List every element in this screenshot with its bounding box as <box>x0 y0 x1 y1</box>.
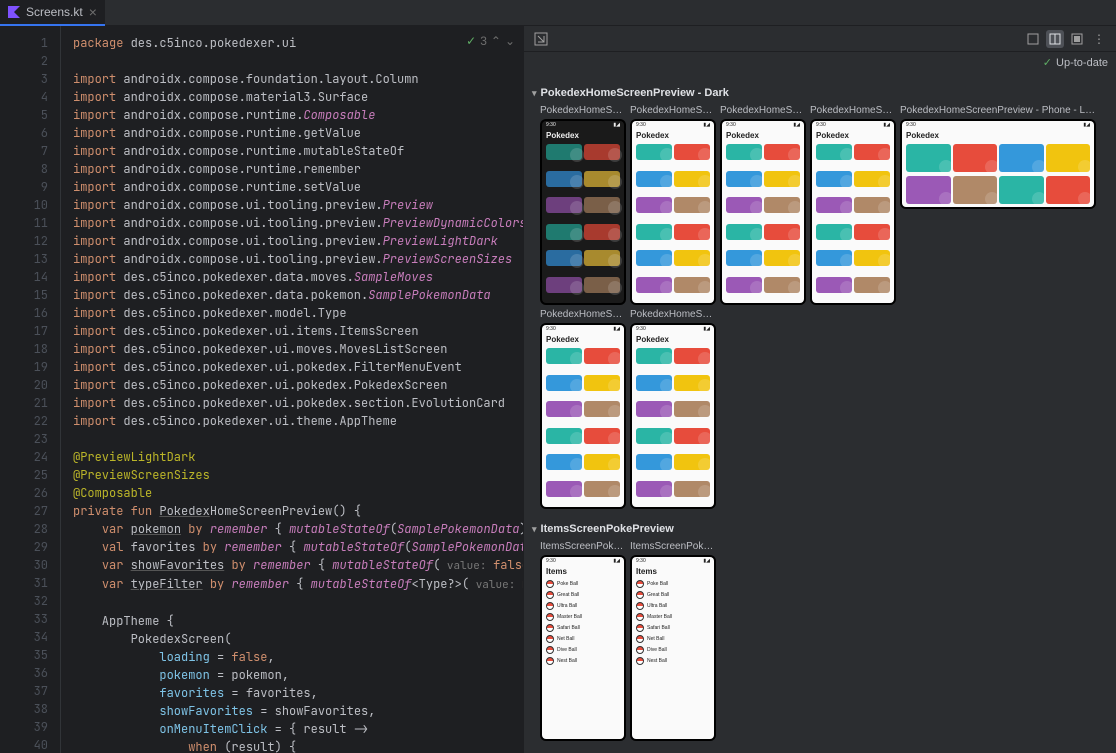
status-text: Up-to-date <box>1056 57 1108 69</box>
preview-group-header[interactable]: ▾ ItemsScreenPokePreview <box>528 517 1108 541</box>
tab-bar: Screens.kt × <box>0 0 1116 26</box>
group-title: PokedexHomeScreenPreview - Dark <box>541 87 729 99</box>
view-mode-design-icon[interactable] <box>1068 30 1086 48</box>
view-mode-code-icon[interactable] <box>1024 30 1042 48</box>
status-check-icon: ✓ <box>1043 56 1052 69</box>
preview-item[interactable]: PokedexHomeScreenP...9:30▮◢Pokedex <box>720 105 806 305</box>
expand-icon[interactable] <box>532 30 550 48</box>
preview-item-label: PokedexHomeScreenP... <box>630 105 716 116</box>
view-mode-split-icon[interactable] <box>1046 30 1064 48</box>
preview-item[interactable]: PokedexHomeScreenP...9:30▮◢Pokedex <box>810 105 896 305</box>
gutter: 1234567891011121314151617181920212223242… <box>0 26 60 753</box>
chevron-down-icon: ▾ <box>532 524 537 535</box>
preview-item[interactable]: PokedexHomeScreenP...9:30▮◢Pokedex <box>540 105 626 305</box>
preview-item-label: PokedexHomeScreenP... <box>540 309 626 320</box>
tab-filename: Screens.kt <box>26 5 83 19</box>
preview-item-label: PokedexHomeScreenP... <box>630 309 716 320</box>
preview-item[interactable]: ItemsScreenPokePrevi...9:30▮◢ItemsPoke B… <box>540 541 626 741</box>
preview-item-label: PokedexHomeScreenP... <box>540 105 626 116</box>
preview-group-header[interactable]: ▾MovesListPokedexScreenPreview <box>528 749 1108 753</box>
preview-toolbar: ⋮ <box>524 26 1116 52</box>
preview-row: ItemsScreenPokePrevi...9:30▮◢ItemsPoke B… <box>528 541 1108 741</box>
preview-item-label: PokedexHomeScreenPreview - Phone - Lands… <box>900 105 1096 116</box>
preview-item[interactable]: PokedexHomeScreenPreview - Phone - Lands… <box>900 105 1096 305</box>
preview-item[interactable]: PokedexHomeScreenP...9:30▮◢Pokedex <box>630 309 716 509</box>
editor-inspection-toolbar: ✓ 3 ⌃ ⌄ <box>466 34 515 48</box>
more-icon[interactable]: ⋮ <box>1090 30 1108 48</box>
main-split: ✓ 3 ⌃ ⌄ 12345678910111213141516171819202… <box>0 26 1116 753</box>
chevron-down-icon: ▾ <box>532 88 537 99</box>
chevron-up-icon[interactable]: ⌃ <box>491 34 501 48</box>
chevron-down-icon[interactable]: ⌄ <box>505 34 515 48</box>
preview-item-label: ItemsScreenPokePrevi... <box>630 541 716 552</box>
problems-count[interactable]: 3 <box>480 34 487 48</box>
file-tab[interactable]: Screens.kt × <box>0 0 105 26</box>
preview-item-label: PokedexHomeScreenP... <box>810 105 896 116</box>
preview-item[interactable]: ItemsScreenPokePrevi...9:30▮◢ItemsPoke B… <box>630 541 716 741</box>
kotlin-file-icon <box>8 6 20 18</box>
compose-preview-pane: ⋮ ✓ Up-to-date ▾ PokedexHomeScreenPreview… <box>523 26 1116 753</box>
preview-item[interactable]: PokedexHomeScreenP...9:30▮◢Pokedex <box>540 309 626 509</box>
preview-item[interactable]: PokedexHomeScreenP...9:30▮◢Pokedex <box>630 105 716 305</box>
preview-status: ✓ Up-to-date <box>1043 56 1108 69</box>
code-area[interactable]: package des.c5inco.pokedexer.ui import a… <box>60 26 523 753</box>
close-icon[interactable]: × <box>89 4 97 20</box>
preview-item-label: PokedexHomeScreenP... <box>720 105 806 116</box>
preview-row: PokedexHomeScreenP...9:30▮◢PokedexPokede… <box>528 105 1108 509</box>
inspection-check-icon: ✓ <box>466 34 476 48</box>
group-title: ItemsScreenPokePreview <box>541 523 674 535</box>
preview-group-header[interactable]: ▾ PokedexHomeScreenPreview - Dark <box>528 81 1108 105</box>
editor-pane: ✓ 3 ⌃ ⌄ 12345678910111213141516171819202… <box>0 26 523 753</box>
preview-body[interactable]: ▾ PokedexHomeScreenPreview - Dark PokedexH… <box>524 73 1116 753</box>
preview-item-label: ItemsScreenPokePrevi... <box>540 541 626 552</box>
